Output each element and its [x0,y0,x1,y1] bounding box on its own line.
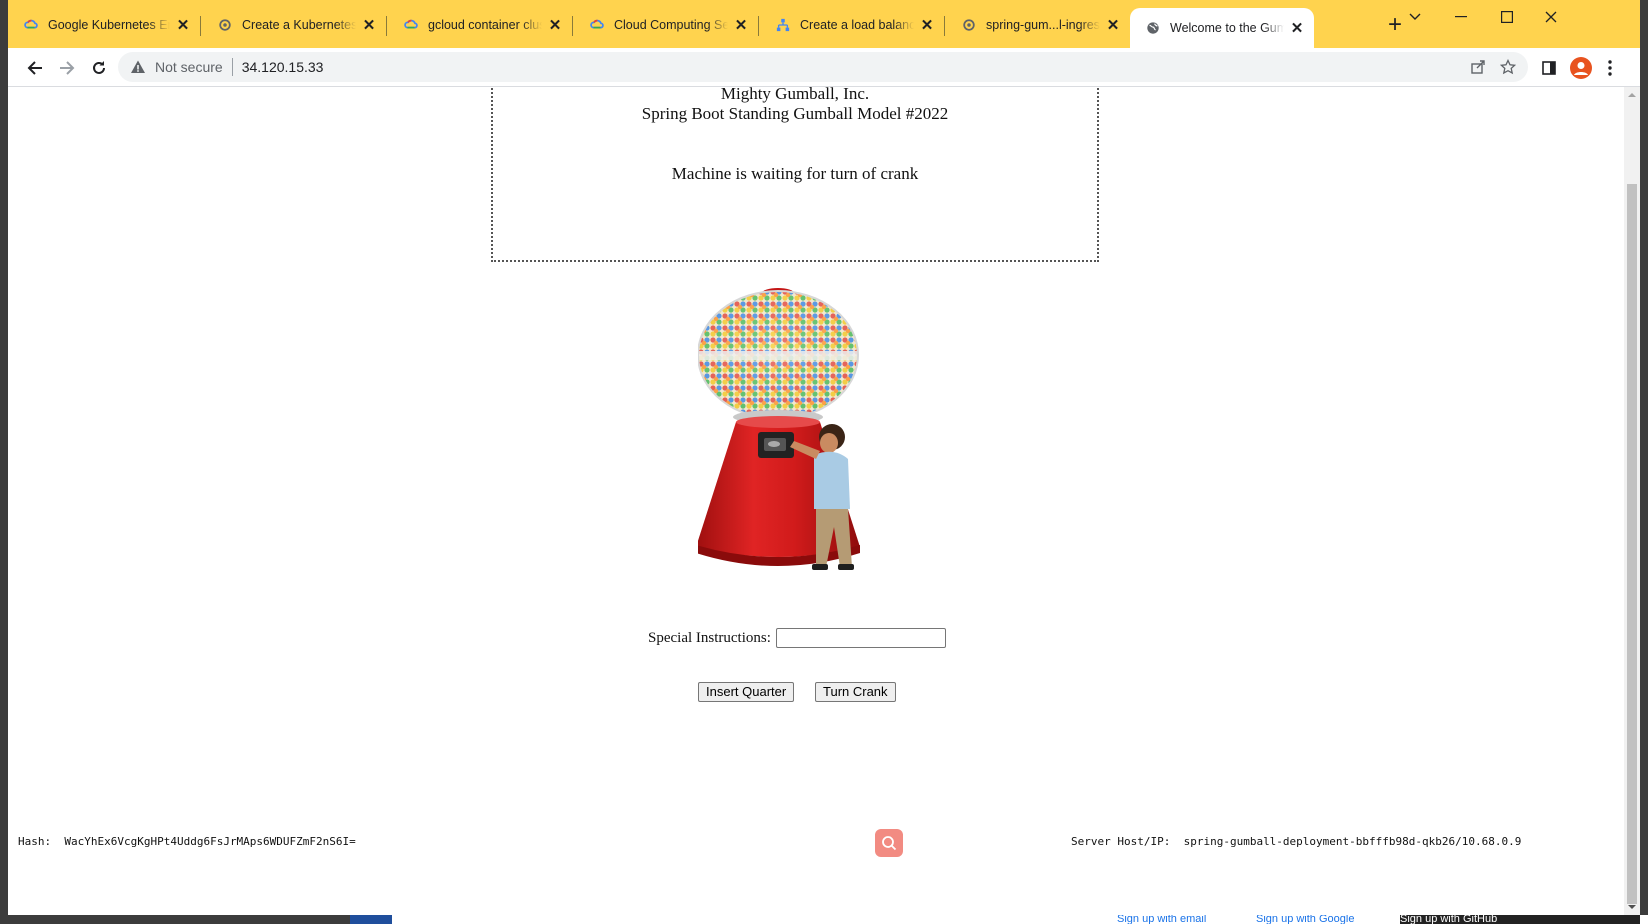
close-icon[interactable]: ✕ [1104,16,1122,34]
background-link-github: Sign up with GitHub [1400,915,1640,924]
side-panel-icon[interactable] [1536,55,1562,81]
tab-gcloud-container-cluster[interactable]: gcloud container cluster ✕ [388,8,572,42]
hash-label: Hash: [18,835,52,848]
scroll-up-icon[interactable] [1624,89,1640,101]
gear-icon [219,19,231,31]
browser-window: Google Kubernetes Engi ✕ Create a Kubern… [8,0,1640,915]
reload-icon[interactable] [86,55,112,81]
close-window-icon[interactable] [1528,4,1574,30]
divider [231,58,233,76]
machine-model: Spring Boot Standing Gumball Model #2022 [641,104,949,123]
tab-create-kubernetes-cluster[interactable]: Create a Kubernetes clus ✕ [202,8,386,42]
forward-arrow-icon[interactable] [54,55,80,81]
machine-status-panel: Mighty Gumball, Inc. Spring Boot Standin… [491,87,1099,262]
special-instructions-label: Special Instructions: [648,629,771,646]
hash-info: Hash: WacYhEx6VcgKgHPt4Uddg6FsJrMAps6WDU… [18,835,356,848]
tab-separator [758,16,759,36]
google-cloud-icon [590,19,604,29]
more-menu-icon[interactable] [1597,55,1623,81]
special-instructions-row: Special Instructions: [648,627,946,649]
machine-status-message: Machine is waiting for turn of crank [671,164,919,183]
background-link-google: Sign up with Google [1256,915,1355,924]
turn-crank-button[interactable]: Turn Crank [815,682,896,702]
server-value: spring-gumball-deployment-bbfffb98d-qkb2… [1183,835,1522,848]
tab-strip: Google Kubernetes Engi ✕ Create a Kubern… [8,0,1640,48]
tab-separator [572,16,573,36]
google-cloud-icon [404,19,418,29]
tab-separator [944,16,945,36]
tab-title: Create a Kubernetes clus [242,18,356,32]
tab-title: Create a load balancer - [800,18,914,32]
close-icon[interactable]: ✕ [360,16,378,34]
profile-avatar[interactable] [1570,57,1592,79]
background-link-email: Sign up with email [1117,915,1207,924]
scrollbar-thumb[interactable] [1627,184,1637,904]
page-viewport: Mighty Gumball, Inc. Spring Boot Standin… [8,87,1624,915]
globe-icon [1147,22,1159,34]
search-icon [882,836,897,851]
tab-spring-gumball-ingress[interactable]: spring-gum...l-ingress - ✕ [946,8,1130,42]
search-button[interactable] [875,829,903,857]
url-text[interactable]: 34.120.15.33 [242,59,324,75]
vertical-scrollbar[interactable] [1624,87,1640,915]
tab-title: Welcome to the Gumbal [1170,21,1284,35]
hash-value: WacYhEx6VcgKgHPt4Uddg6FsJrMAps6WDUFZmF2n… [64,835,356,848]
close-icon[interactable]: ✕ [546,16,564,34]
back-arrow-icon[interactable] [22,55,48,81]
special-instructions-input[interactable] [775,628,946,648]
address-bar[interactable]: Not secure 34.120.15.33 [118,52,1528,82]
tab-title: Google Kubernetes Engi [48,18,170,32]
close-icon[interactable]: ✕ [918,16,936,34]
gumball-machine-image [698,288,860,570]
gear-icon [963,19,975,31]
tab-search-chevron-icon[interactable] [1392,4,1438,30]
insert-quarter-button[interactable]: Insert Quarter [698,682,795,702]
google-cloud-icon [24,19,38,29]
minimize-icon[interactable] [1438,4,1484,30]
close-icon[interactable]: ✕ [1288,19,1306,37]
tab-separator [200,16,201,36]
server-info: Server Host/IP: spring-gumball-deploymen… [1071,835,1521,848]
tab-title: spring-gum...l-ingress - [986,18,1100,32]
tab-google-kubernetes-engine[interactable]: Google Kubernetes Engi ✕ [8,8,200,42]
maximize-icon[interactable] [1484,4,1530,30]
tab-separator [386,16,387,36]
tab-welcome-gumball[interactable]: Welcome to the Gumbal ✕ [1130,8,1314,48]
security-status-label[interactable]: Not secure [155,59,223,75]
tab-title: gcloud container cluster [428,18,542,32]
tab-cloud-computing-services[interactable]: Cloud Computing Servic ✕ [574,8,758,42]
browser-toolbar: Not secure 34.120.15.33 [8,48,1640,87]
close-icon[interactable]: ✕ [732,16,750,34]
load-balancer-icon [776,18,790,32]
company-name: Mighty Gumball, Inc. [720,87,870,103]
close-icon[interactable]: ✕ [174,16,192,34]
warning-icon[interactable] [130,59,146,75]
bookmark-star-icon[interactable] [1500,59,1516,75]
tab-create-load-balancer[interactable]: Create a load balancer - ✕ [760,8,944,42]
tab-title: Cloud Computing Servic [614,18,728,32]
server-label: Server Host/IP: [1071,835,1171,848]
scroll-down-icon[interactable] [1624,901,1640,913]
share-icon[interactable] [1470,59,1486,75]
